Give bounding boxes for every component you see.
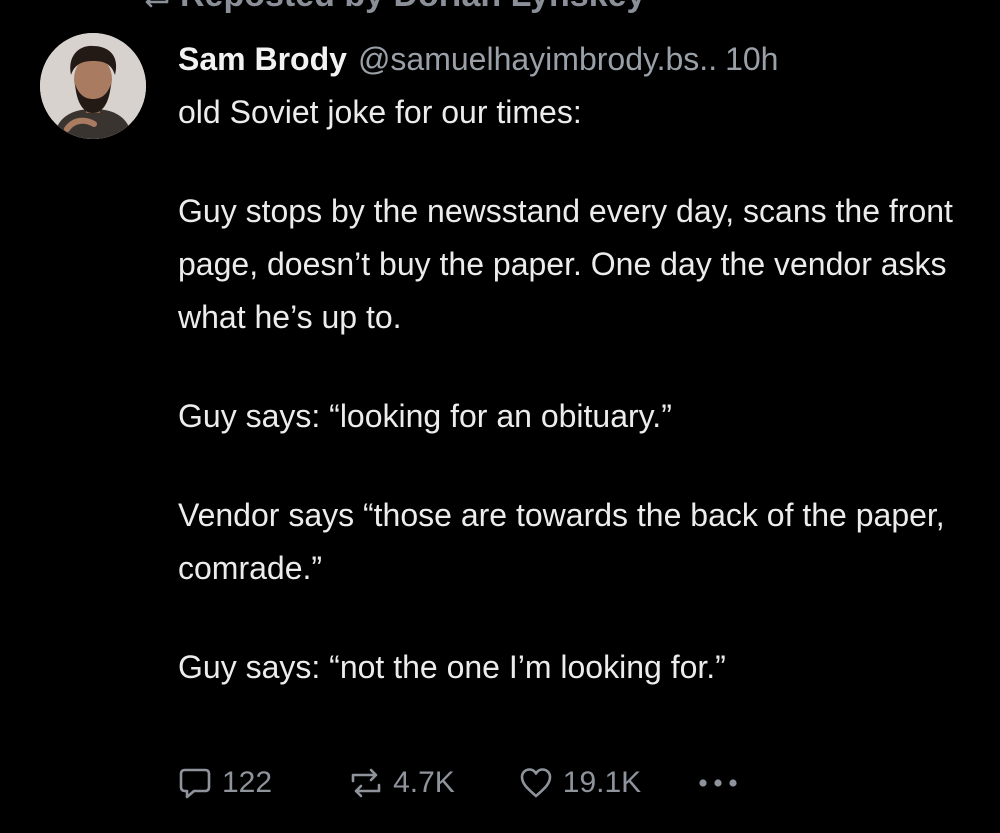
repost-icon: [145, 0, 169, 8]
repost-icon: [351, 768, 381, 798]
author-name[interactable]: Sam Brody: [178, 34, 347, 84]
repost-count: 4.7K: [393, 766, 455, 799]
author-handle[interactable]: @samuelhayimbrody.bs..: [358, 34, 717, 84]
post-paragraph: Guy says: “looking for an obituary.”: [178, 398, 672, 434]
post-content: Sam Brody @samuelhayimbrody.bs.. 10h old…: [178, 34, 978, 694]
like-count: 19.1K: [562, 766, 642, 799]
repost-indicator[interactable]: Reposted by Dorian Lynskey: [140, 0, 645, 14]
post-text: old Soviet joke for our times: Guy stops…: [178, 86, 978, 694]
reply-count: 122: [222, 766, 273, 799]
like-button[interactable]: 19.1K: [519, 766, 641, 800]
post-header: Sam Brody @samuelhayimbrody.bs.. 10h: [178, 34, 978, 84]
post-paragraph: Guy says: “not the one I’m looking for.”: [178, 649, 726, 685]
post-timestamp[interactable]: 10h: [725, 34, 778, 84]
more-icon[interactable]: [695, 775, 741, 791]
repost-button[interactable]: 4.7K: [349, 766, 455, 800]
reply-button[interactable]: 122: [178, 766, 272, 800]
avatar[interactable]: [40, 33, 146, 139]
repost-text: Reposted by Dorian Lynskey: [180, 0, 645, 15]
avatar-image: [40, 33, 146, 139]
post-paragraph: Guy stops by the newsstand every day, sc…: [178, 193, 953, 335]
post-actions: 122 4.7K 19.1K: [178, 766, 741, 800]
post-paragraph: Vendor says “those are towards the back …: [178, 497, 945, 586]
heart-icon: [520, 768, 552, 798]
reply-icon: [179, 768, 211, 799]
post-paragraph: old Soviet joke for our times:: [178, 94, 582, 130]
